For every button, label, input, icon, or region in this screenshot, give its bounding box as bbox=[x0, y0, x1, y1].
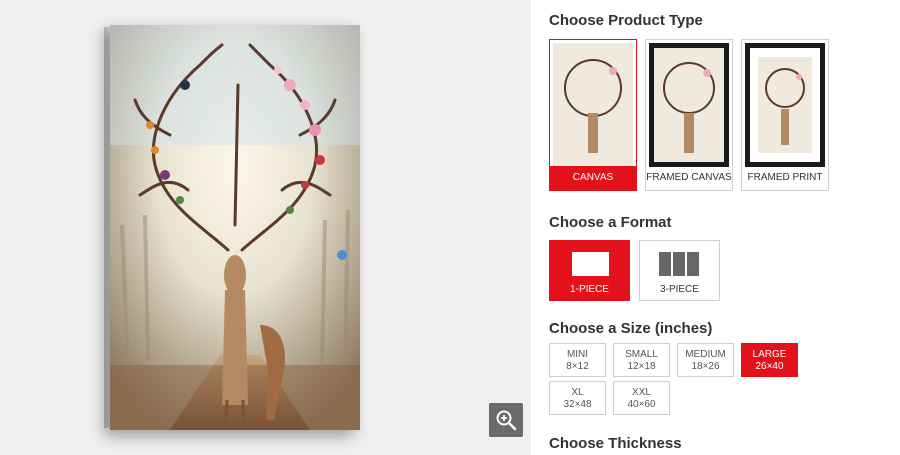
framed-canvas-thumbnail bbox=[649, 43, 729, 167]
size-option-small[interactable]: SMALL 12×18 bbox=[613, 343, 670, 377]
format-label: 1-PIECE bbox=[570, 284, 609, 295]
format-1-piece[interactable]: 1-PIECE bbox=[549, 240, 630, 301]
format-3-piece[interactable]: 3-PIECE bbox=[639, 240, 720, 301]
size-option-xxl[interactable]: XXL 40×60 bbox=[613, 381, 670, 415]
size-option-large[interactable]: LARGE 26×40 bbox=[741, 343, 798, 377]
size-heading: Choose a Size (inches) bbox=[549, 320, 713, 337]
three-panel-icon bbox=[659, 252, 671, 276]
product-type-framed-canvas[interactable]: FRAMED CANVAS bbox=[645, 39, 733, 191]
single-panel-icon bbox=[572, 252, 609, 276]
format-label: 3-PIECE bbox=[660, 284, 699, 295]
deer-artwork-svg bbox=[110, 25, 360, 430]
format-heading: Choose a Format bbox=[549, 214, 672, 231]
zoom-in-icon bbox=[496, 410, 517, 431]
size-option-mini[interactable]: MINI 8×12 bbox=[549, 343, 606, 377]
product-type-label: FRAMED CANVAS bbox=[646, 172, 732, 183]
product-type-label: CANVAS bbox=[550, 166, 636, 190]
zoom-button[interactable] bbox=[489, 403, 523, 437]
product-type-heading: Choose Product Type bbox=[549, 12, 703, 29]
product-type-framed-print[interactable]: FRAMED PRINT bbox=[741, 39, 829, 191]
product-type-label: FRAMED PRINT bbox=[747, 172, 823, 183]
product-preview bbox=[0, 0, 531, 455]
size-option-xl[interactable]: XL 32×48 bbox=[549, 381, 606, 415]
canvas-thumbnail bbox=[553, 43, 633, 167]
framed-print-thumbnail bbox=[745, 43, 825, 167]
artwork-image bbox=[110, 25, 360, 430]
product-type-canvas[interactable]: CANVAS bbox=[549, 39, 637, 191]
thickness-heading: Choose Thickness bbox=[549, 435, 682, 452]
size-option-medium[interactable]: MEDIUM 18×26 bbox=[677, 343, 734, 377]
